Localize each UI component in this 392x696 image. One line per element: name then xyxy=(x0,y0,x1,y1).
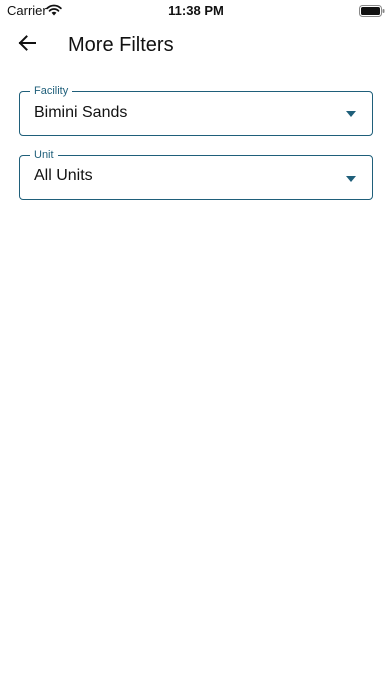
status-bar: Carrier 11:38 PM xyxy=(0,0,392,22)
facility-dropdown[interactable]: Facility Bimini Sands xyxy=(19,84,373,136)
status-time: 11:38 PM xyxy=(168,3,224,18)
facility-label: Facility xyxy=(30,84,73,98)
battery-icon xyxy=(359,4,385,22)
unit-label: Unit xyxy=(30,148,58,162)
dropdown-arrow-icon xyxy=(346,176,356,182)
unit-dropdown[interactable]: Unit All Units xyxy=(19,148,373,200)
page-title: More Filters xyxy=(68,34,174,56)
back-button[interactable] xyxy=(10,28,44,62)
unit-value: All Units xyxy=(34,167,93,184)
dropdown-arrow-icon xyxy=(346,111,356,117)
app-bar: More Filters xyxy=(0,22,392,70)
facility-value: Bimini Sands xyxy=(34,104,128,121)
arrow-left-icon xyxy=(17,34,37,57)
